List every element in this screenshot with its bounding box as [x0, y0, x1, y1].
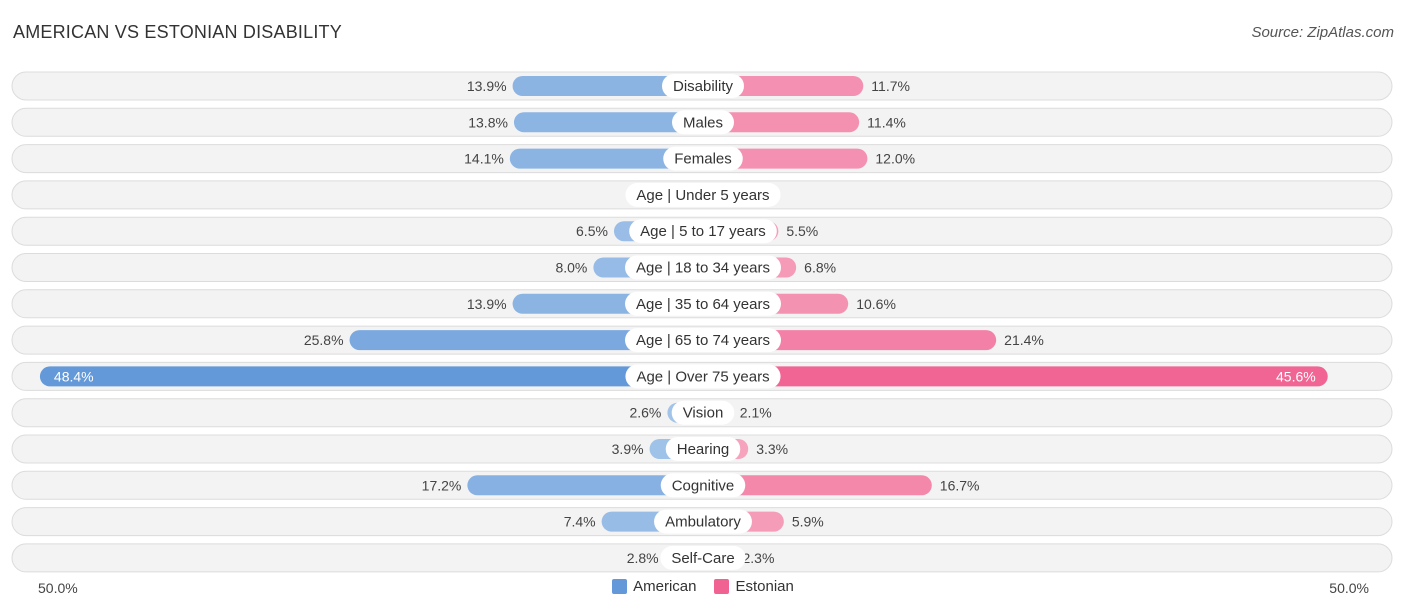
legend-item-american[interactable]: American — [612, 578, 696, 595]
value-label-estonian: 16.7% — [940, 477, 980, 493]
diverging-bar-chart: 13.9% 11.7% Disability 13.8% 11.4% Males 14.1%… — [11, 71, 1393, 573]
value-label-american: 48.4% — [54, 368, 94, 384]
value-label-american: 14.1% — [464, 151, 504, 167]
category-label: Age | 35 to 64 years — [636, 296, 770, 313]
legend-item-estonian[interactable]: Estonian — [714, 578, 794, 595]
value-label-american: 25.8% — [304, 332, 344, 348]
value-label-estonian: 5.9% — [792, 514, 824, 530]
category-label: Hearing — [677, 441, 730, 458]
value-label-american: 2.8% — [627, 550, 659, 566]
category-label: Age | Under 5 years — [636, 187, 769, 204]
value-label-estonian: 5.5% — [786, 223, 818, 239]
value-label-american: 8.0% — [555, 260, 587, 276]
legend: American Estonian — [0, 578, 1406, 595]
legend-swatch-american — [612, 579, 628, 594]
value-label-american: 13.8% — [468, 114, 508, 130]
category-label: Disability — [673, 78, 734, 95]
legend-swatch-estonian — [714, 579, 730, 594]
value-label-estonian: 12.0% — [875, 151, 915, 167]
value-label-american: 17.2% — [422, 477, 462, 493]
value-label-estonian: 11.4% — [867, 114, 906, 130]
value-label-estonian: 2.3% — [743, 550, 775, 566]
category-label: Males — [683, 114, 723, 131]
category-label: Females — [674, 151, 732, 168]
value-label-american: 6.5% — [576, 223, 608, 239]
value-label-estonian: 11.7% — [871, 78, 910, 94]
category-label: Vision — [683, 405, 724, 422]
value-label-estonian: 10.6% — [856, 296, 896, 312]
value-label-american: 2.6% — [629, 405, 661, 421]
value-label-estonian: 6.8% — [804, 260, 836, 276]
value-label-american: 13.9% — [467, 296, 507, 312]
category-label: Cognitive — [672, 477, 735, 494]
value-label-american: 13.9% — [467, 78, 507, 94]
category-label: Age | 5 to 17 years — [640, 223, 766, 240]
category-label: Ambulatory — [665, 514, 741, 531]
value-label-estonian: 2.1% — [740, 405, 772, 421]
value-label-estonian: 3.3% — [756, 441, 788, 457]
value-label-american: 7.4% — [564, 514, 596, 530]
bar-estonian[interactable] — [703, 366, 1328, 387]
value-label-estonian: 45.6% — [1276, 368, 1316, 384]
category-label: Age | 65 to 74 years — [636, 332, 770, 349]
legend-label-american: American — [633, 578, 697, 595]
bar-american[interactable] — [39, 366, 704, 387]
value-label-american: 3.9% — [612, 441, 644, 457]
value-label-estonian: 21.4% — [1004, 332, 1044, 348]
category-label: Age | 18 to 34 years — [636, 260, 770, 277]
legend-label-estonian: Estonian — [735, 578, 794, 595]
category-label: Self-Care — [671, 550, 734, 567]
category-label: Age | Over 75 years — [636, 368, 769, 385]
